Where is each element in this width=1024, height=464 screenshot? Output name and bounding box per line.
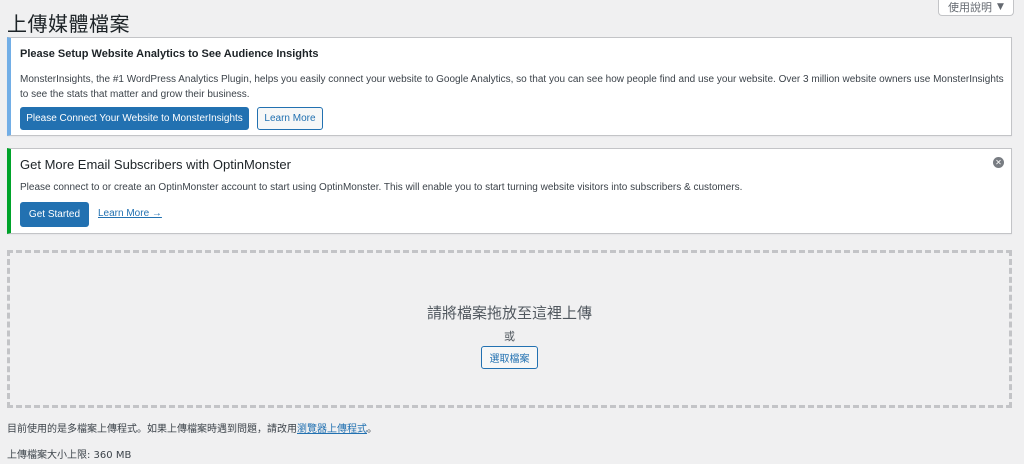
page-title: 上傳媒體檔案 xyxy=(7,12,130,36)
uploader-info: 目前使用的是多檔案上傳程式。如果上傳檔案時遇到問題，請改用瀏覽器上傳程式。 xyxy=(7,420,377,435)
help-tab-label: 使用說明 xyxy=(948,0,993,14)
monsterinsights-learn-more-button[interactable]: Learn More xyxy=(257,107,323,130)
uploader-info-suffix: 。 xyxy=(367,424,377,435)
uploader-info-text: 目前使用的是多檔案上傳程式。如果上傳檔案時遇到問題，請改用 xyxy=(7,424,297,435)
help-tab-button[interactable]: 使用說明 ▼ xyxy=(938,0,1014,16)
browser-uploader-link[interactable]: 瀏覽器上傳程式 xyxy=(297,424,367,435)
drop-zone-title: 請將檔案拖放至這裡上傳 xyxy=(426,304,592,322)
optinmonster-notice-title: Get More Email Subscribers with OptinMon… xyxy=(20,157,291,172)
get-started-button[interactable]: Get Started xyxy=(20,202,89,227)
monsterinsights-notice: Please Setup Website Analytics to See Au… xyxy=(7,37,1012,136)
optinmonster-notice-text: Please connect to or create an OptinMons… xyxy=(20,182,743,193)
optinmonster-notice: Get More Email Subscribers with OptinMon… xyxy=(7,148,1012,234)
select-files-button[interactable]: 選取檔案 xyxy=(481,346,538,369)
max-upload-size: 上傳檔案大小上限: 360 MB xyxy=(7,450,132,461)
monsterinsights-notice-text: MonsterInsights, the #1 WordPress Analyt… xyxy=(20,74,1004,100)
dismiss-icon[interactable]: ✕ xyxy=(993,157,1004,168)
upload-drop-zone[interactable]: 請將檔案拖放至這裡上傳 或 選取檔案 xyxy=(7,250,1012,408)
connect-monsterinsights-button[interactable]: Please Connect Your Website to MonsterIn… xyxy=(20,107,249,130)
drop-zone-or: 或 xyxy=(504,330,515,343)
optinmonster-learn-more-link[interactable]: Learn More → xyxy=(98,208,162,219)
caret-down-icon: ▼ xyxy=(997,1,1004,12)
monsterinsights-notice-title: Please Setup Website Analytics to See Au… xyxy=(20,48,319,60)
